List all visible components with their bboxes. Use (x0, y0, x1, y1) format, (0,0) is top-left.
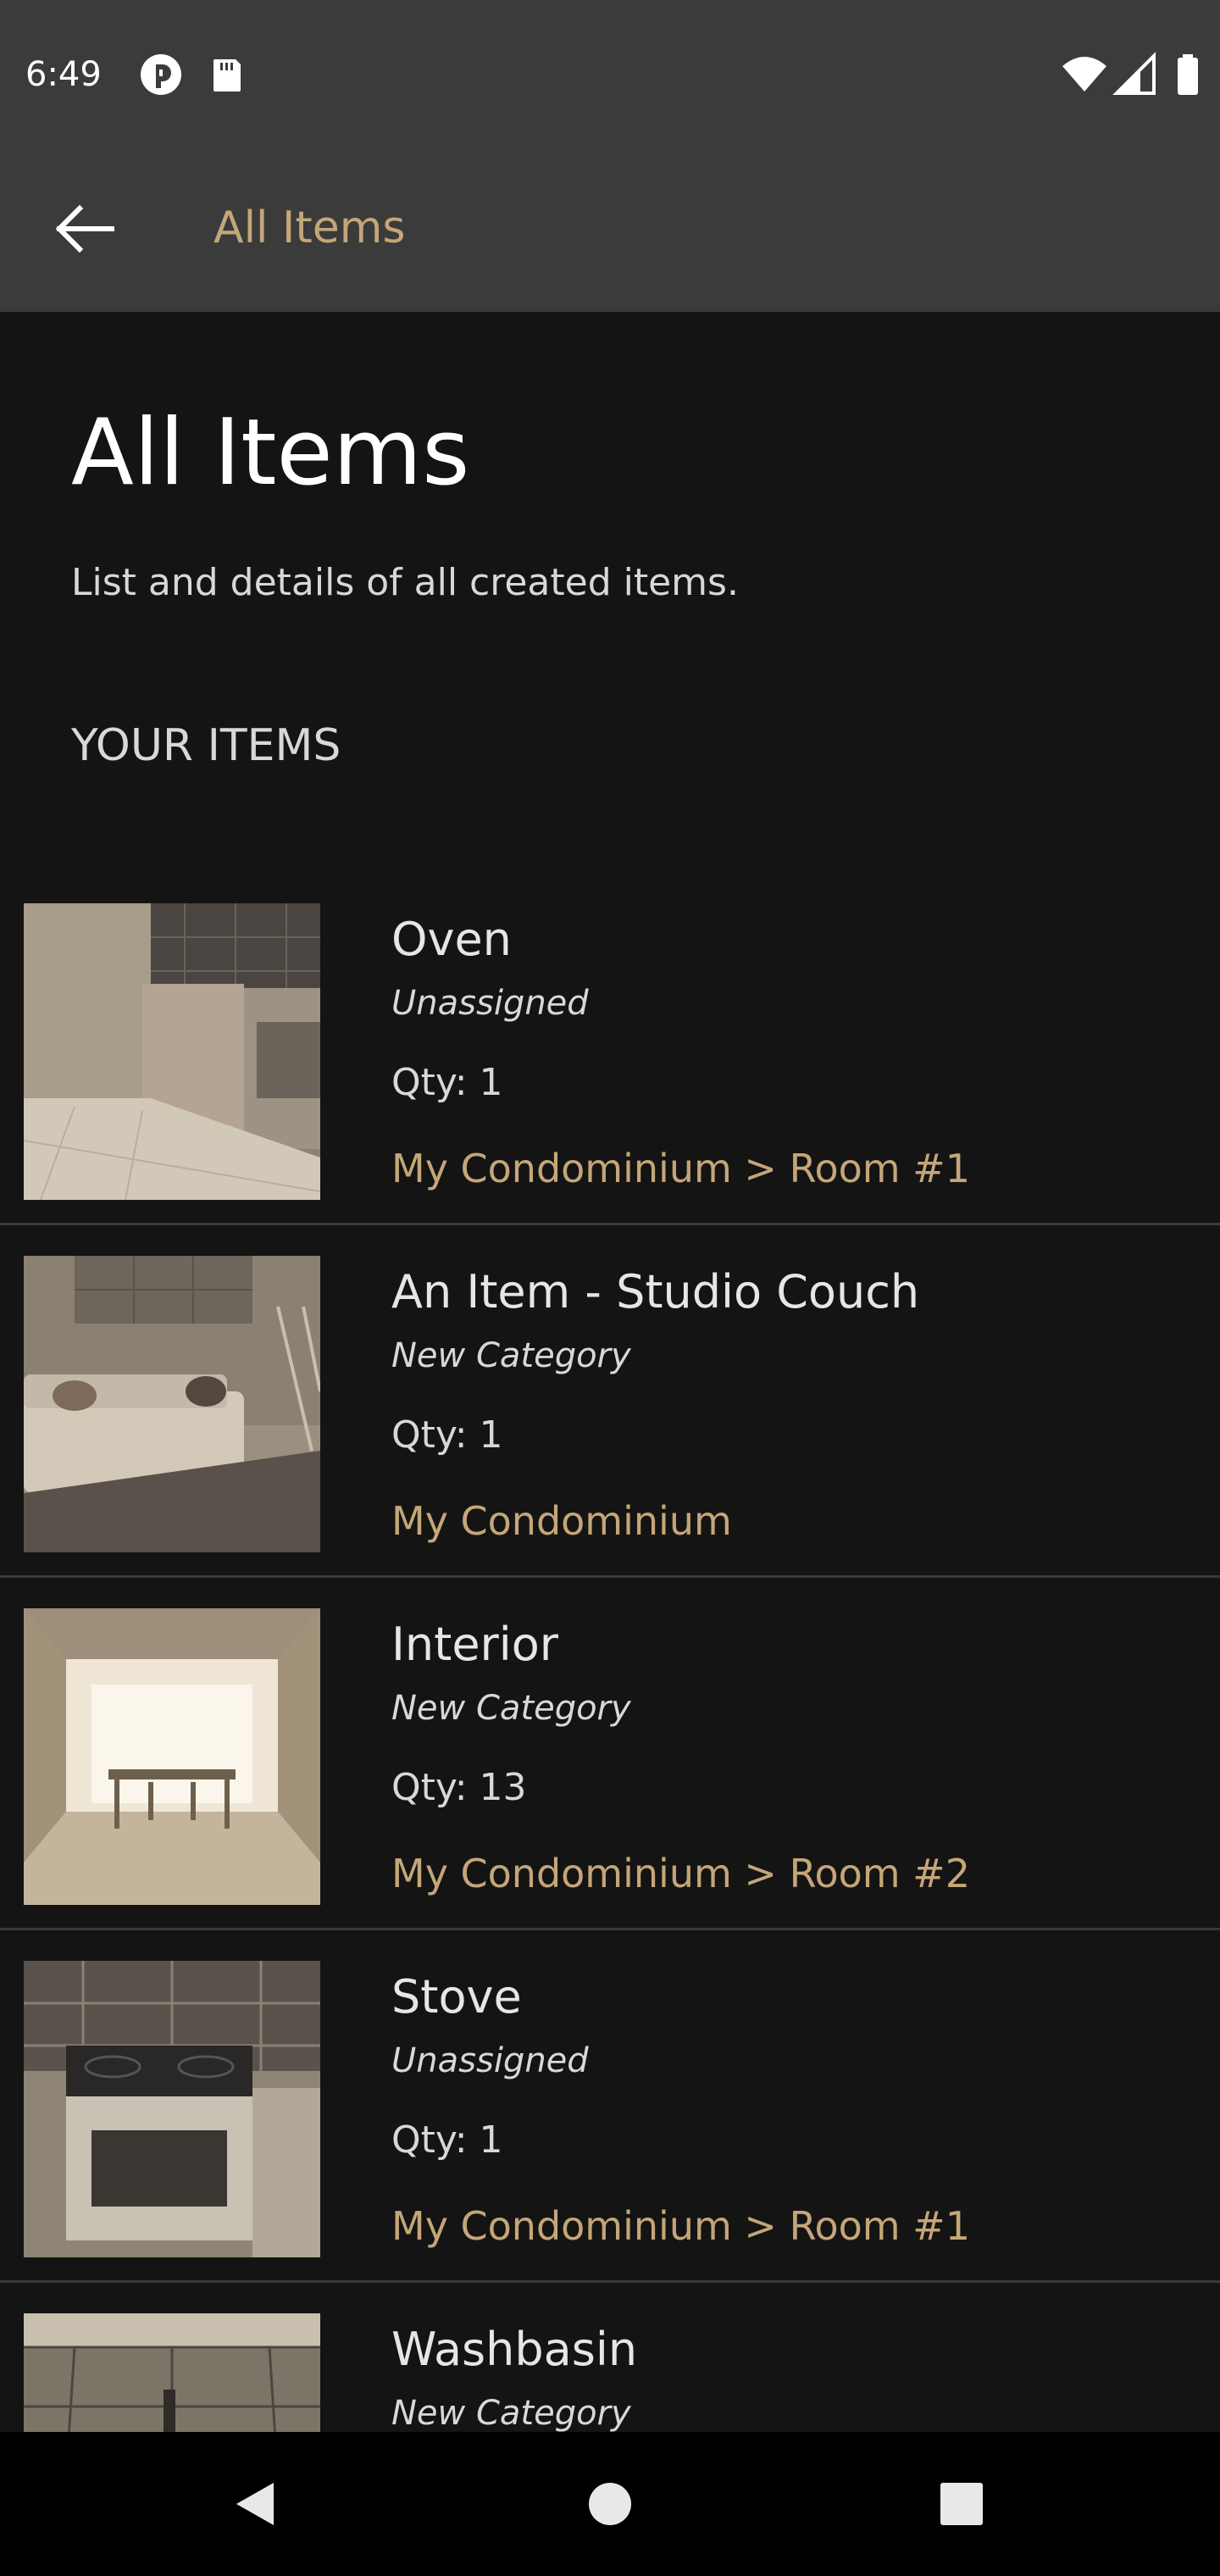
item-location: My Condominium > Room #1 (391, 2203, 970, 2249)
item-quantity: Qty: 1 (391, 1413, 503, 1457)
nav-back-icon (216, 2483, 292, 2545)
item-quantity: Qty: 13 (391, 1766, 527, 1809)
sd-card-icon (202, 49, 252, 100)
item-location: My Condominium (391, 1498, 732, 1544)
item-location: My Condominium > Room #1 (391, 1146, 970, 1191)
item-quantity: Qty: 1 (391, 2118, 503, 2162)
item-category: New Category (391, 2394, 631, 2432)
item-thumbnail (24, 1608, 320, 1905)
item-category: New Category (391, 1336, 631, 1375)
nav-home-button[interactable] (572, 2466, 648, 2542)
item-category: New Category (391, 1689, 631, 1728)
item-name: Stove (391, 1970, 522, 2024)
wifi-icon (1059, 49, 1110, 100)
battery-icon (1162, 49, 1213, 100)
list-item[interactable]: An Item - Studio Couch New Category Qty:… (0, 1225, 1220, 1578)
back-arrow-icon (42, 204, 127, 275)
navigation-bar (0, 2432, 1220, 2576)
back-button[interactable] (42, 186, 127, 271)
item-thumbnail (24, 1256, 320, 1552)
list-item[interactable]: Washbasin New Category (0, 2283, 1220, 2432)
item-thumbnail (24, 2313, 320, 2432)
section-label: YOUR ITEMS (71, 720, 341, 771)
nav-recents-button[interactable] (923, 2466, 1000, 2542)
item-category: Unassigned (391, 984, 589, 1023)
page-subtitle: List and details of all created items. (71, 561, 739, 604)
page-title: All Items (71, 400, 470, 506)
item-location: My Condominium > Room #2 (391, 1851, 970, 1896)
item-thumbnail (24, 903, 320, 1200)
nav-recents-icon (923, 2483, 1000, 2545)
list-item[interactable]: Stove Unassigned Qty: 1 My Condominium >… (0, 1930, 1220, 2283)
status-time: 6:49 (25, 55, 102, 94)
nav-back-button[interactable] (216, 2466, 292, 2542)
list-item[interactable]: Interior New Category Qty: 13 My Condomi… (0, 1578, 1220, 1930)
item-name: Interior (391, 1618, 558, 1671)
status-bar: 6:49 (0, 0, 1220, 144)
item-thumbnail (24, 1961, 320, 2257)
app-bar: All Items (0, 144, 1220, 312)
item-category: Unassigned (391, 2041, 589, 2080)
list-item[interactable]: Oven Unassigned Qty: 1 My Condominium > … (0, 873, 1220, 1225)
app-bar-title: All Items (214, 203, 406, 253)
items-list[interactable]: Oven Unassigned Qty: 1 My Condominium > … (0, 873, 1220, 2432)
item-quantity: Qty: 1 (391, 1061, 503, 1104)
nav-home-icon (572, 2483, 648, 2545)
item-name: Washbasin (391, 2323, 638, 2376)
signal-icon (1112, 49, 1162, 100)
item-name: An Item - Studio Couch (391, 1265, 920, 1319)
pocket-casts-icon (136, 49, 186, 100)
item-name: Oven (391, 913, 512, 966)
